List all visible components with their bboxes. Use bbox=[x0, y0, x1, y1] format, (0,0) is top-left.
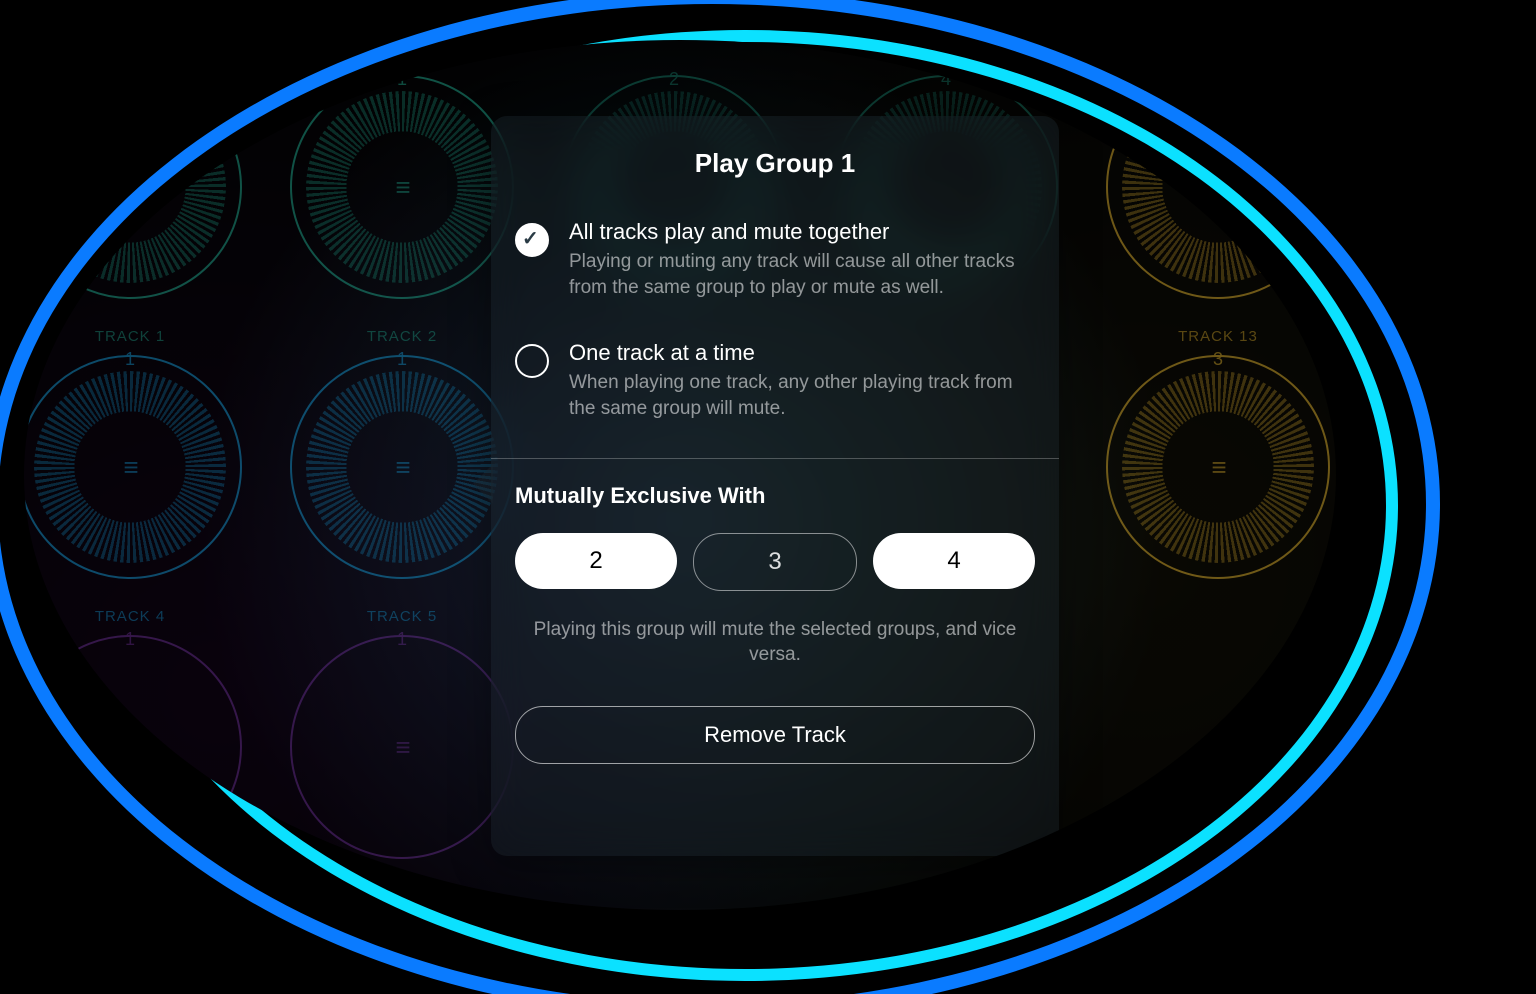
option-one-at-a-time[interactable]: One track at a time When playing one tra… bbox=[515, 340, 1035, 421]
loop-number: 1 bbox=[397, 69, 407, 90]
popover-arrow-icon bbox=[473, 464, 493, 504]
option-title: One track at a time bbox=[569, 340, 1035, 366]
popover-title: Play Group 1 bbox=[515, 148, 1035, 179]
divider bbox=[491, 458, 1059, 459]
remove-track-button[interactable]: Remove Track bbox=[515, 706, 1035, 764]
drag-handle-icon[interactable]: ≡ bbox=[395, 732, 408, 763]
drag-handle-icon[interactable]: ≡ bbox=[123, 172, 136, 203]
loop-circle[interactable]: 3 ≡ bbox=[1106, 355, 1330, 579]
exclusive-group-list: 2 3 4 bbox=[515, 533, 1035, 591]
loop-circle[interactable]: 1 ≡ bbox=[290, 635, 514, 859]
radio-unselected-icon[interactable] bbox=[515, 344, 549, 378]
track-cell[interactable]: 1 ≡ TRACK 4 bbox=[24, 355, 266, 635]
drag-handle-icon[interactable]: ≡ bbox=[123, 452, 136, 483]
loop-circle[interactable]: 1 ≡ bbox=[24, 635, 242, 859]
loop-number: 3 bbox=[1213, 349, 1223, 370]
track-cell[interactable]: 1 ≡ TRACK 1 bbox=[24, 75, 266, 355]
loop-circle[interactable]: 1 ≡ bbox=[290, 75, 514, 299]
loop-number: 4 bbox=[941, 69, 951, 90]
stage: 1 ≡ TRACK 1 1 ≡ TRACK 2 2 ≡ bbox=[0, 0, 1536, 994]
loop-number: 1 bbox=[125, 629, 135, 650]
track-cell[interactable]: 1 ≡ bbox=[24, 635, 266, 910]
track-label: TRACK 4 bbox=[24, 608, 266, 625]
track-label: TRACK 13 bbox=[1082, 328, 1336, 345]
loop-number: 2 bbox=[669, 69, 679, 90]
option-desc: When playing one track, any other playin… bbox=[569, 370, 1035, 421]
exclusive-group-pill[interactable]: 3 bbox=[693, 533, 857, 591]
track-label: TRACK 1 bbox=[24, 328, 266, 345]
option-desc: Playing or muting any track will cause a… bbox=[569, 249, 1035, 300]
drag-handle-icon[interactable]: ≡ bbox=[1211, 172, 1224, 203]
loop-number: 1 bbox=[125, 349, 135, 370]
exclusive-group-pill[interactable]: 4 bbox=[873, 533, 1035, 589]
loop-number: 3 bbox=[1213, 69, 1223, 90]
drag-handle-icon[interactable]: ≡ bbox=[395, 452, 408, 483]
loop-number: 1 bbox=[397, 349, 407, 370]
loop-circle[interactable]: 3 ≡ bbox=[1106, 75, 1330, 299]
loop-number: 1 bbox=[397, 629, 407, 650]
option-body: One track at a time When playing one tra… bbox=[569, 340, 1035, 421]
drag-handle-icon[interactable]: ≡ bbox=[123, 732, 136, 763]
mutually-exclusive-heading: Mutually Exclusive With bbox=[515, 483, 1035, 509]
loop-circle[interactable]: 1 ≡ bbox=[24, 355, 242, 579]
loop-number: 1 bbox=[125, 69, 135, 90]
drag-handle-icon[interactable]: ≡ bbox=[395, 172, 408, 203]
radio-selected-icon[interactable] bbox=[515, 223, 549, 257]
drag-handle-icon[interactable]: ≡ bbox=[1211, 452, 1224, 483]
loop-circle[interactable]: 1 ≡ bbox=[24, 75, 242, 299]
track-cell[interactable]: 3 ≡ TRACK 13 bbox=[1082, 75, 1336, 355]
exclusive-help-text: Playing this group will mute the selecte… bbox=[515, 617, 1035, 668]
exclusive-group-pill[interactable]: 2 bbox=[515, 533, 677, 589]
track-cell[interactable]: 3 ≡ bbox=[1082, 355, 1336, 635]
app-content: 1 ≡ TRACK 1 1 ≡ TRACK 2 2 ≡ bbox=[24, 40, 1336, 910]
option-title: All tracks play and mute together bbox=[569, 219, 1035, 245]
track-cell bbox=[1082, 635, 1336, 910]
option-all-together[interactable]: All tracks play and mute together Playin… bbox=[515, 219, 1035, 300]
option-body: All tracks play and mute together Playin… bbox=[569, 219, 1035, 300]
play-group-popover: Play Group 1 All tracks play and mute to… bbox=[491, 116, 1059, 856]
